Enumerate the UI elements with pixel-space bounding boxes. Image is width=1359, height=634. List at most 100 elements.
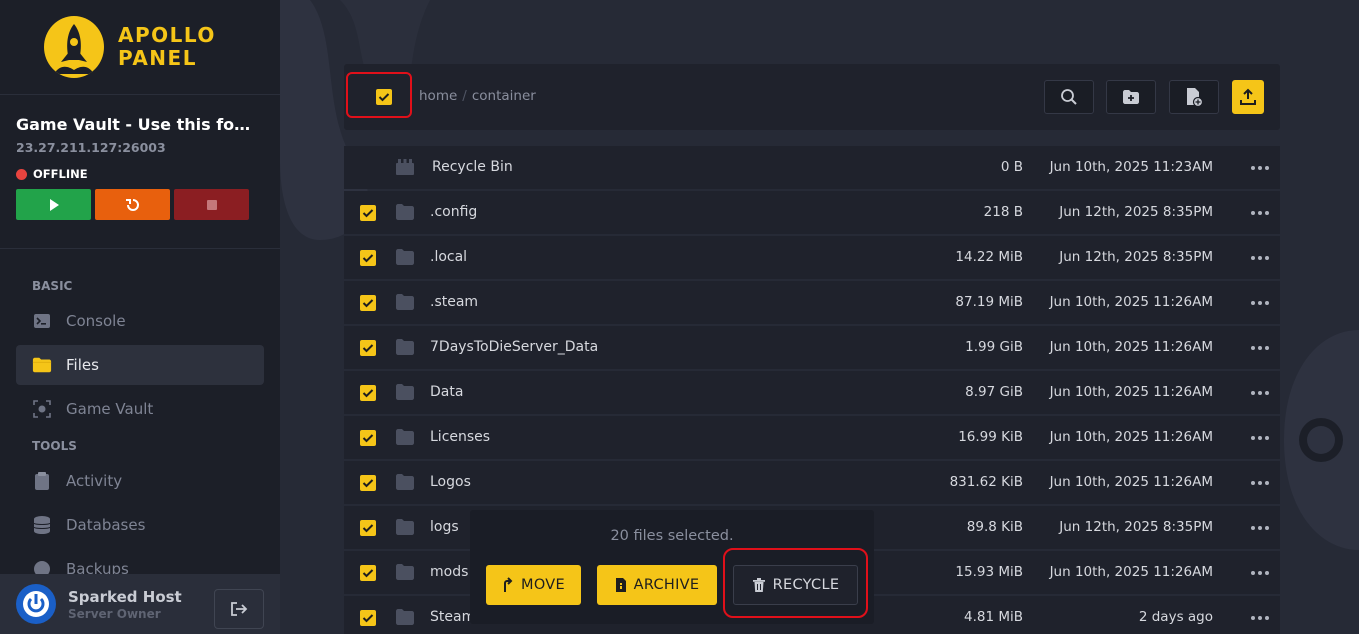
status-label: OFFLINE — [33, 167, 88, 181]
logout-button[interactable] — [214, 589, 264, 629]
more-options-icon[interactable] — [1250, 293, 1270, 313]
server-address: 23.27.211.127:26003 — [16, 140, 166, 155]
upload-button[interactable] — [1232, 80, 1264, 114]
row-checkbox[interactable] — [360, 475, 376, 491]
file-date: Jun 10th, 2025 11:26AM — [1049, 384, 1213, 400]
archive-label: ARCHIVE — [633, 577, 700, 593]
row-checkbox[interactable] — [360, 385, 376, 401]
row-checkbox[interactable] — [360, 295, 376, 311]
folder-icon — [395, 518, 415, 536]
more-options-icon[interactable] — [1250, 473, 1270, 493]
row-checkbox[interactable] — [360, 520, 376, 536]
file-date: Jun 12th, 2025 8:35PM — [1059, 519, 1213, 535]
folder-plus-icon — [1123, 90, 1139, 104]
status-dot-icon — [16, 168, 27, 180]
file-row[interactable]: 7DaysToDieServer_Data 1.99 GiB Jun 10th,… — [344, 326, 1280, 369]
file-row-recycle-bin[interactable]: Recycle Bin 0 B Jun 10th, 2025 11:23AM — [344, 146, 1280, 189]
folder-icon — [395, 293, 415, 311]
folder-icon — [395, 563, 415, 581]
check-icon — [362, 344, 374, 353]
file-name[interactable]: Steam — [430, 609, 475, 625]
archive-button[interactable]: ARCHIVE — [597, 565, 717, 605]
user-role: Server Owner — [68, 606, 161, 621]
more-options-icon[interactable] — [1250, 248, 1270, 268]
stop-icon — [206, 199, 217, 210]
sidebar-item-databases[interactable]: Databases — [16, 505, 264, 545]
file-row[interactable]: Data 8.97 GiB Jun 10th, 2025 11:26AM — [344, 371, 1280, 414]
recycle-bin-icon — [395, 158, 415, 176]
more-options-icon[interactable] — [1250, 518, 1270, 538]
file-size: 87.19 MiB — [955, 294, 1023, 310]
start-button[interactable] — [16, 189, 91, 220]
file-name[interactable]: Logos — [430, 474, 471, 490]
logo[interactable]: APOLLO PANEL — [0, 0, 280, 95]
terminal-icon — [32, 311, 52, 331]
check-icon — [362, 614, 374, 623]
file-row[interactable]: Logos 831.62 KiB Jun 10th, 2025 11:26AM — [344, 461, 1280, 504]
sidebar-item-activity[interactable]: Activity — [16, 461, 264, 501]
file-name[interactable]: 7DaysToDieServer_Data — [430, 339, 598, 355]
sidebar-item-game-vault[interactable]: Game Vault — [16, 389, 264, 429]
check-icon — [362, 209, 374, 218]
file-name[interactable]: logs — [430, 519, 459, 535]
power-logo-icon — [23, 591, 49, 617]
file-name[interactable]: Recycle Bin — [432, 159, 513, 175]
file-name[interactable]: .steam — [430, 294, 478, 310]
file-name[interactable]: .config — [430, 204, 477, 220]
row-checkbox[interactable] — [360, 340, 376, 356]
move-arrow-icon — [504, 577, 513, 592]
folder-icon — [395, 338, 415, 356]
row-checkbox[interactable] — [360, 205, 376, 221]
background-decoration-right — [1284, 330, 1359, 550]
move-button[interactable]: MOVE — [486, 565, 581, 605]
server-info: Game Vault - Use this for ... 23.27.211.… — [0, 95, 280, 249]
user-footer: Sparked Host Server Owner — [0, 574, 280, 634]
search-button[interactable] — [1044, 80, 1094, 114]
check-icon — [362, 254, 374, 263]
file-row[interactable]: Licenses 16.99 KiB Jun 10th, 2025 11:26A… — [344, 416, 1280, 459]
restart-button[interactable] — [95, 189, 170, 220]
sidebar-item-label: Activity — [66, 472, 123, 490]
more-options-icon[interactable] — [1250, 158, 1270, 178]
file-name[interactable]: Licenses — [430, 429, 490, 445]
check-icon — [362, 434, 374, 443]
more-options-icon[interactable] — [1250, 338, 1270, 358]
file-date: Jun 10th, 2025 11:26AM — [1049, 429, 1213, 445]
clipboard-icon — [32, 471, 52, 491]
more-options-icon[interactable] — [1250, 203, 1270, 223]
sidebar-nav: BASIC Console Files Game Vault TOOLS Act… — [0, 249, 280, 589]
more-options-icon[interactable] — [1250, 428, 1270, 448]
row-checkbox[interactable] — [360, 430, 376, 446]
file-date: 2 days ago — [1138, 609, 1213, 625]
more-options-icon[interactable] — [1250, 563, 1270, 583]
avatar[interactable] — [16, 584, 56, 624]
new-file-button[interactable] — [1169, 80, 1219, 114]
sidebar-item-files[interactable]: Files — [16, 345, 264, 385]
sidebar-item-console[interactable]: Console — [16, 301, 264, 341]
file-name[interactable]: Data — [430, 384, 463, 400]
file-name[interactable]: .local — [430, 249, 467, 265]
file-plus-icon — [1187, 88, 1203, 107]
file-date: Jun 10th, 2025 11:26AM — [1049, 474, 1213, 490]
breadcrumb-container[interactable]: container — [472, 88, 536, 104]
database-icon — [32, 515, 52, 535]
row-checkbox[interactable] — [360, 250, 376, 266]
user-name: Sparked Host — [68, 587, 182, 606]
folder-icon — [395, 428, 415, 446]
row-checkbox[interactable] — [360, 565, 376, 581]
annotation-highlight-select-all — [346, 72, 412, 118]
more-options-icon[interactable] — [1250, 383, 1270, 403]
breadcrumb-home[interactable]: home — [419, 88, 457, 104]
file-row[interactable]: .steam 87.19 MiB Jun 10th, 2025 11:26AM — [344, 281, 1280, 324]
restart-icon — [125, 198, 139, 211]
brand-line-1: APOLLO — [118, 23, 216, 47]
annotation-highlight-recycle — [723, 548, 868, 618]
new-folder-button[interactable] — [1106, 80, 1156, 114]
file-row[interactable]: .config 218 B Jun 12th, 2025 8:35PM — [344, 191, 1280, 234]
row-checkbox[interactable] — [360, 610, 376, 626]
file-size: 15.93 MiB — [955, 564, 1023, 580]
stop-button[interactable] — [174, 189, 249, 220]
file-name[interactable]: mods — [430, 564, 468, 580]
file-row[interactable]: .local 14.22 MiB Jun 12th, 2025 8:35PM — [344, 236, 1280, 279]
more-options-icon[interactable] — [1250, 608, 1270, 628]
